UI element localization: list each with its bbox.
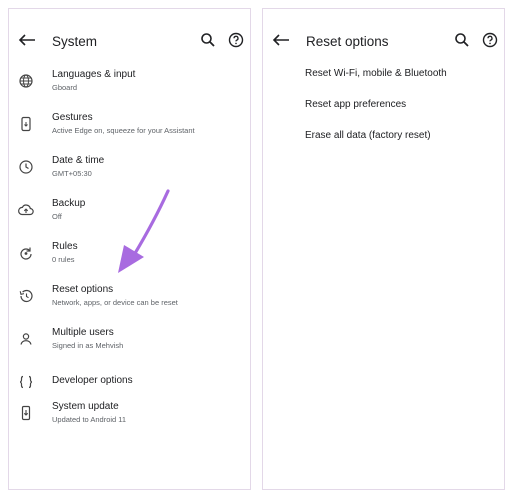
rules-icon — [17, 244, 35, 262]
clock-icon — [17, 158, 35, 176]
item-title: Date & time — [52, 155, 105, 166]
item-title: Reset options — [52, 284, 114, 295]
braces-icon — [17, 373, 35, 391]
cloud-upload-icon — [17, 201, 35, 219]
item-subtitle: Off — [52, 212, 62, 221]
reset-options-screen: Reset options Reset Wi-Fi, mobile & Blue… — [262, 8, 505, 490]
item-title: Multiple users — [52, 327, 114, 338]
person-icon — [17, 330, 35, 348]
help-icon[interactable] — [227, 31, 245, 49]
history-icon — [17, 287, 35, 305]
item-subtitle: Gboard — [52, 83, 78, 92]
item-subtitle: Signed in as Mehvish — [52, 341, 124, 350]
item-subtitle: GMT+05:30 — [52, 169, 92, 178]
item-title: Gestures — [52, 112, 93, 123]
system-update-icon — [17, 404, 35, 422]
item-title: Developer options — [52, 375, 133, 386]
list-item-system-update[interactable]: System update Updated to Android 11 — [9, 397, 250, 437]
app-bar: System — [9, 9, 250, 67]
list-item-gestures[interactable]: Gestures Active Edge on, squeeze for you… — [9, 108, 250, 148]
search-icon[interactable] — [453, 31, 471, 49]
item-title: Rules — [52, 241, 78, 252]
annotation-arrow — [110, 185, 180, 280]
reset-wifi-mobile-bluetooth-option[interactable]: Reset Wi-Fi, mobile & Bluetooth — [305, 68, 447, 79]
page-title: System — [52, 34, 98, 49]
list-item-reset-options[interactable]: Reset options Network, apps, or device c… — [9, 280, 250, 320]
back-arrow-icon[interactable] — [271, 33, 291, 47]
app-bar: Reset options — [263, 9, 504, 67]
item-title: Languages & input — [52, 69, 136, 80]
list-item-multiple-users[interactable]: Multiple users Signed in as Mehvish — [9, 323, 250, 363]
globe-icon — [17, 72, 35, 90]
item-subtitle: Updated to Android 11 — [52, 415, 127, 424]
list-item-languages-input[interactable]: Languages & input Gboard — [9, 65, 250, 105]
search-icon[interactable] — [199, 31, 217, 49]
item-subtitle: Active Edge on, squeeze for your Assista… — [52, 126, 195, 135]
item-title: Backup — [52, 198, 86, 209]
page-title: Reset options — [306, 34, 389, 49]
item-title: System update — [52, 401, 119, 412]
item-subtitle: 0 rules — [52, 255, 75, 264]
item-subtitle: Network, apps, or device can be reset — [52, 298, 178, 307]
back-arrow-icon[interactable] — [17, 33, 37, 47]
reset-app-preferences-option[interactable]: Reset app preferences — [305, 99, 406, 110]
erase-all-data-option[interactable]: Erase all data (factory reset) — [305, 130, 431, 141]
gestures-icon — [17, 115, 35, 133]
help-icon[interactable] — [481, 31, 499, 49]
